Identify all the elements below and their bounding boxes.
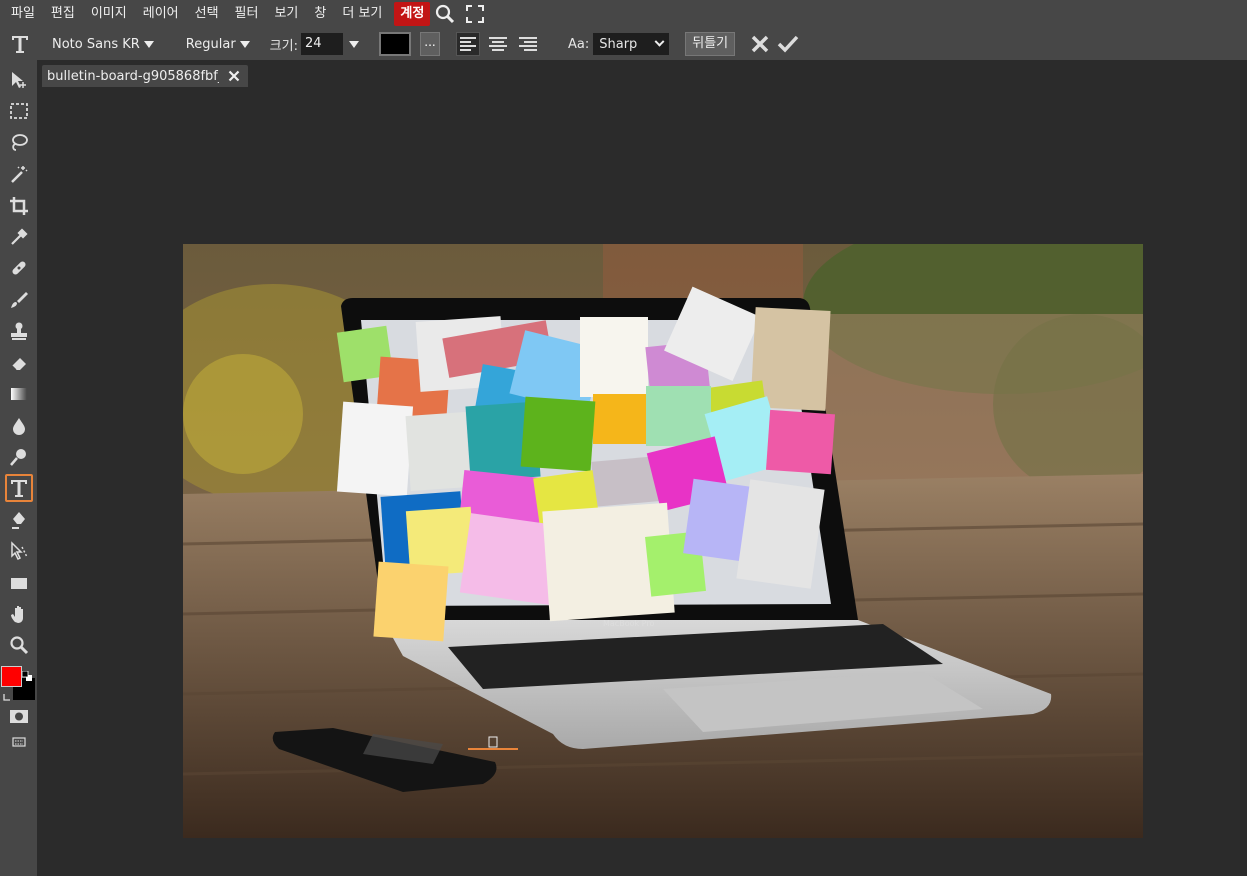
healing-tool-icon[interactable] xyxy=(5,254,33,282)
menu-filter[interactable]: 필터 xyxy=(227,2,267,26)
font-family-dropdown[interactable]: Noto Sans KR xyxy=(46,32,160,56)
document-tab-name: bulletin-board-g905868fbf_1 xyxy=(47,68,219,84)
magic-wand-tool-icon[interactable] xyxy=(5,160,33,188)
laptop-label: MacBook Pro xyxy=(603,619,654,628)
pen-tool-icon[interactable] xyxy=(5,506,33,534)
move-tool-icon[interactable] xyxy=(5,66,33,94)
font-style-dropdown[interactable]: Regular xyxy=(180,32,256,56)
font-size-caret-icon[interactable] xyxy=(348,40,359,48)
align-center-button[interactable] xyxy=(486,32,510,56)
keyboard-icon[interactable] xyxy=(5,728,33,756)
menu-layer[interactable]: 레이어 xyxy=(135,2,187,26)
eyedropper-tool-icon[interactable] xyxy=(5,223,33,251)
chevron-down-icon xyxy=(654,36,665,47)
more-options-button[interactable]: ... xyxy=(419,32,440,56)
menu-bar: 파일 편집 이미지 레이어 선택 필터 보기 창 더 보기 계정 xyxy=(0,0,1247,28)
font-style-value: Regular xyxy=(185,36,236,52)
stamp-tool-icon[interactable] xyxy=(5,317,33,345)
canvas-image[interactable]: MacBook Pro xyxy=(183,244,1143,838)
commit-check-icon[interactable] xyxy=(777,33,799,55)
default-colors-icon[interactable] xyxy=(21,666,32,681)
menu-select[interactable]: 선택 xyxy=(187,2,227,26)
size-label: 크기: xyxy=(269,38,298,54)
font-size-input[interactable]: 24 px xyxy=(300,33,343,73)
hand-tool-icon[interactable] xyxy=(5,600,33,628)
blur-tool-icon[interactable] xyxy=(5,412,33,440)
antialias-label: Aa: xyxy=(567,36,590,52)
align-left-button[interactable] xyxy=(455,32,480,56)
font-family-value: Noto Sans KR xyxy=(52,36,140,52)
brush-tool-icon[interactable] xyxy=(5,286,33,314)
options-bar: Noto Sans KR Regular 크기: 24 px ... Aa: S… xyxy=(0,28,1247,73)
eraser-tool-icon[interactable] xyxy=(5,349,33,377)
close-icon[interactable] xyxy=(227,69,241,83)
photo-laptop-sticky-notes: MacBook Pro xyxy=(183,244,1143,838)
caret-down-icon xyxy=(143,40,154,48)
gradient-tool-icon[interactable] xyxy=(5,380,33,408)
search-icon[interactable] xyxy=(430,0,460,28)
quick-mask-icon[interactable] xyxy=(5,702,33,730)
marquee-tool-icon[interactable] xyxy=(5,97,33,125)
menu-window[interactable]: 창 xyxy=(306,2,334,26)
menu-edit[interactable]: 편집 xyxy=(43,2,83,26)
document-tab[interactable]: bulletin-board-g905868fbf_1 xyxy=(42,65,248,87)
antialias-select[interactable]: Sharp xyxy=(593,33,670,55)
warp-button[interactable]: 뒤틀기 xyxy=(685,32,736,56)
dodge-tool-icon[interactable] xyxy=(5,443,33,471)
text-tool-indicator-icon xyxy=(0,34,40,54)
menu-view[interactable]: 보기 xyxy=(266,2,306,26)
crop-tool-icon[interactable] xyxy=(5,192,33,220)
text-color-swatch[interactable] xyxy=(378,32,411,56)
cancel-icon[interactable] xyxy=(749,33,771,55)
lasso-tool-icon[interactable] xyxy=(5,128,33,156)
text-tool-icon[interactable] xyxy=(5,474,33,502)
caret-down-icon xyxy=(239,40,250,48)
path-select-tool-icon[interactable] xyxy=(5,537,33,565)
menu-file[interactable]: 파일 xyxy=(3,2,43,26)
swap-colors-icon[interactable] xyxy=(3,687,13,701)
shape-tool-icon[interactable] xyxy=(5,569,33,597)
foreground-color-swatch[interactable] xyxy=(1,666,22,687)
menu-account[interactable]: 계정 xyxy=(394,2,431,26)
align-right-button[interactable] xyxy=(516,32,540,56)
antialias-value: Sharp xyxy=(599,36,638,52)
fullscreen-icon[interactable] xyxy=(460,0,490,28)
menu-image[interactable]: 이미지 xyxy=(83,2,135,26)
zoom-tool-icon[interactable] xyxy=(5,631,33,659)
menu-more[interactable]: 더 보기 xyxy=(334,2,390,26)
tools-panel xyxy=(0,60,37,876)
